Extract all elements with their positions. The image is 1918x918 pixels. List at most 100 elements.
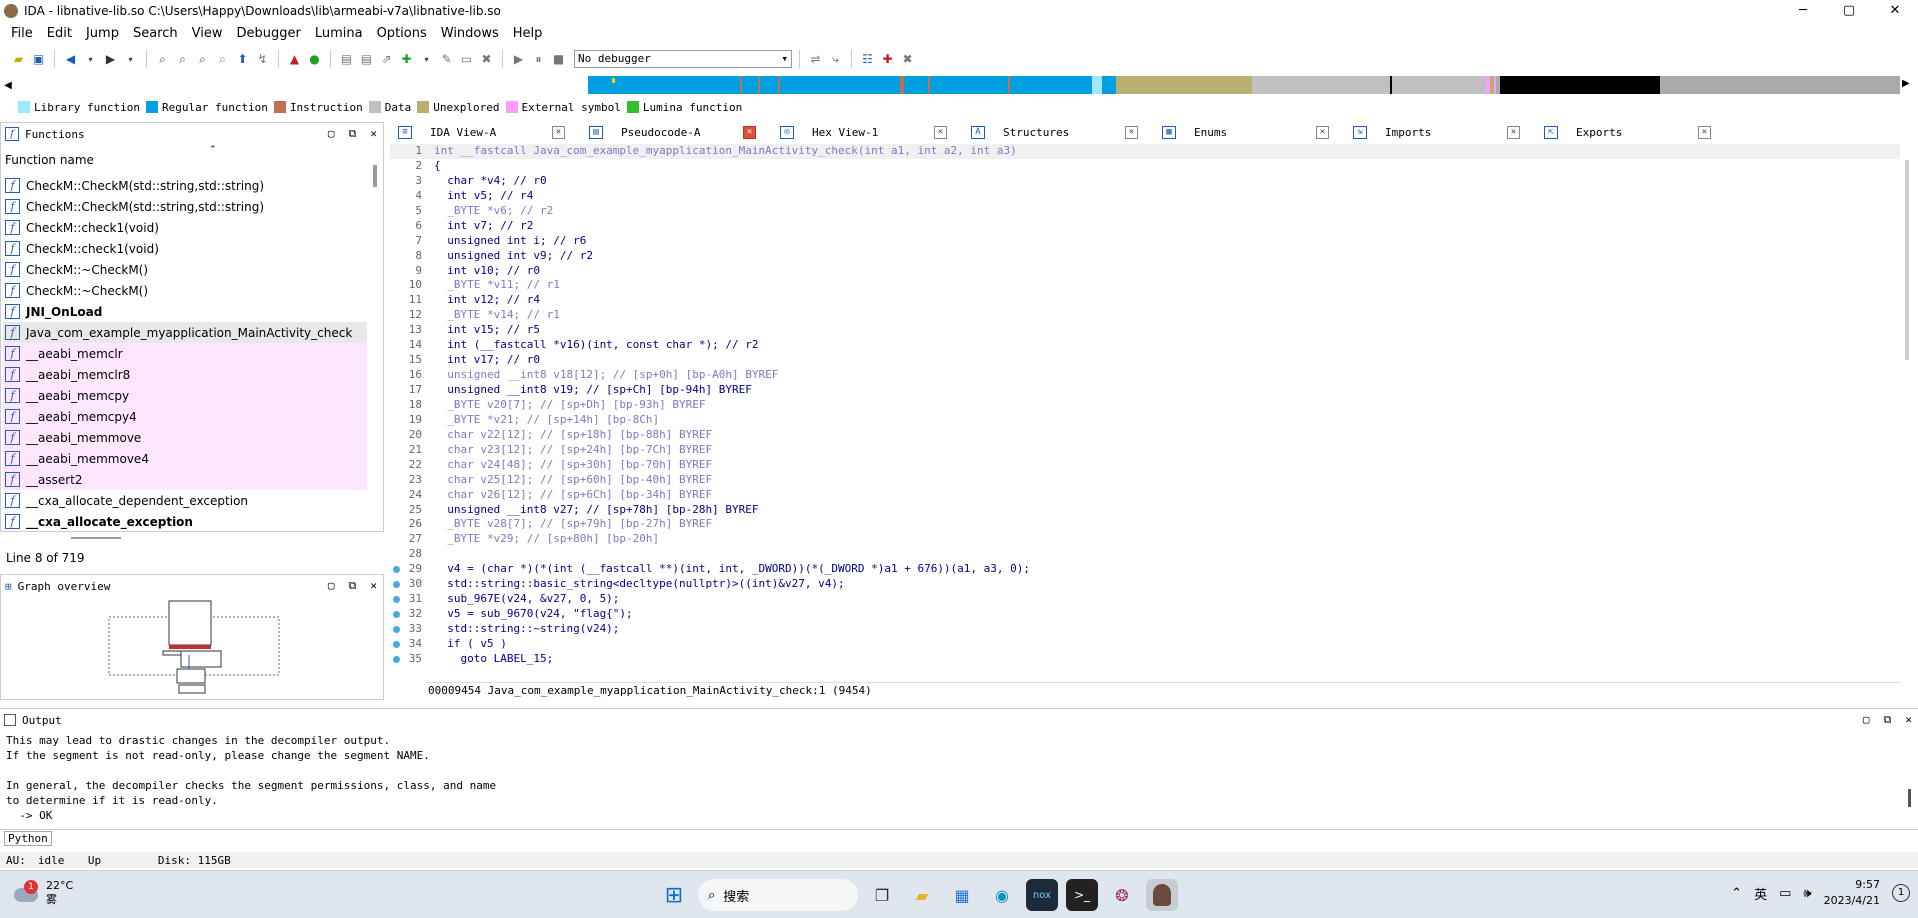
edge-browser-icon[interactable]: ◉ xyxy=(986,879,1018,911)
close-x-icon[interactable]: ✖ xyxy=(478,51,495,68)
open-folder-icon[interactable]: ▰ xyxy=(10,51,27,68)
menu-help[interactable]: Help xyxy=(506,26,550,41)
panel-maximize-icon[interactable]: ▢ xyxy=(1863,713,1870,727)
panel-float-icon[interactable]: ⧉ xyxy=(349,579,357,593)
chevron-down-icon[interactable]: ▾ xyxy=(122,51,139,68)
tab-close-icon[interactable]: ✕ xyxy=(1507,125,1520,139)
function-list-item[interactable]: f CheckM::check1(void) xyxy=(3,217,367,238)
ida-taskbar-icon[interactable]: ❂ xyxy=(1106,879,1138,911)
jump-icon[interactable]: ↯ xyxy=(254,51,271,68)
clock[interactable]: 9:57 2023/4/21 xyxy=(1824,877,1880,909)
tray-chevron-up-icon[interactable]: ⌃ xyxy=(1731,886,1742,901)
minimize-button[interactable]: ─ xyxy=(1780,0,1826,22)
function-list-item[interactable]: f CheckM::CheckM(std::string,std::string) xyxy=(3,175,367,196)
back-arrow-icon[interactable]: ◀ xyxy=(62,51,79,68)
function-list-item[interactable]: f __aeabi_memmove xyxy=(3,427,367,448)
tab-pseudocode-a[interactable]: ▤ Pseudocode-A ✕ xyxy=(581,122,772,142)
maximize-button[interactable]: ▢ xyxy=(1826,0,1872,22)
function-list-item[interactable]: f JNI_OnLoad xyxy=(3,301,367,322)
export-icon[interactable]: ⇗ xyxy=(378,51,395,68)
breakpoint-list-icon[interactable]: ☷ xyxy=(859,51,876,68)
panel-close-icon[interactable]: ✕ xyxy=(370,579,377,593)
function-list-item[interactable]: f CheckM::check1(void) xyxy=(3,238,367,259)
code-line[interactable]: 31 sub_967E(v24, &v27, 0, 5); xyxy=(390,592,1900,607)
function-list-item[interactable]: f __aeabi_memmove4 xyxy=(3,448,367,469)
binary-search-icon[interactable]: ⌕ xyxy=(154,51,171,68)
code-line[interactable]: 22 char v24[48]; // [sp+30h] [bp-70h] BY… xyxy=(390,458,1900,473)
green-circle-icon[interactable]: ● xyxy=(306,51,323,68)
nav-left-arrow-icon[interactable]: ◀ xyxy=(0,80,16,91)
code-line[interactable]: 10 _BYTE *v11; // r1 xyxy=(390,278,1900,293)
code-line[interactable]: 19 _BYTE *v21; // [sp+14h] [bp-8Ch] xyxy=(390,413,1900,428)
forward-arrow-icon[interactable]: ▶ xyxy=(102,51,119,68)
code-line[interactable]: 35 goto LABEL_15; xyxy=(390,652,1900,667)
tab-close-icon[interactable]: ✕ xyxy=(552,125,565,139)
function-list-item[interactable]: f __aeabi_memcpy4 xyxy=(3,406,367,427)
chevron-down-icon[interactable]: ▾ xyxy=(418,51,435,68)
tab-hex-view-1[interactable]: ◎ Hex View-1 ✕ xyxy=(772,122,963,142)
code-line[interactable]: 24 char v26[12]; // [sp+6Ch] [bp-34h] BY… xyxy=(390,488,1900,503)
segment-icon[interactable]: ▤ xyxy=(338,51,355,68)
function-list-item[interactable]: f __assert2 xyxy=(3,469,367,490)
breakpoint-dot-icon[interactable] xyxy=(393,626,400,633)
menu-file[interactable]: File xyxy=(4,26,40,41)
breakpoint-dot-icon[interactable] xyxy=(393,655,400,663)
panel-maximize-icon[interactable]: ▢ xyxy=(328,579,335,593)
function-name-column-header[interactable]: Function name xyxy=(5,153,94,167)
tab-structures[interactable]: A Structures ✕ xyxy=(963,122,1154,142)
breakpoint-dot-icon[interactable] xyxy=(393,640,400,648)
code-line[interactable]: 15 int v17; // r0 xyxy=(390,353,1900,368)
close-button[interactable]: ✕ xyxy=(1872,0,1918,22)
function-list-item[interactable]: f __cxa_allocate_dependent_exception xyxy=(3,490,367,511)
plugin-icon[interactable]: ✚ xyxy=(398,51,415,68)
code-line[interactable]: 32 v5 = sub_9670(v24, "flag{"); xyxy=(390,607,1900,622)
code-line[interactable]: 2{ xyxy=(390,159,1900,174)
code-line[interactable]: 30 std::string::basic_string<decltype(nu… xyxy=(390,577,1900,592)
menu-edit[interactable]: Edit xyxy=(40,26,79,41)
code-line[interactable]: 14 int (__fastcall *v16)(int, const char… xyxy=(390,338,1900,353)
up-arrow-icon[interactable]: ⬆ xyxy=(234,51,251,68)
code-line[interactable]: 1 int __fastcall Java_com_example_myappli… xyxy=(390,144,1900,159)
file-explorer-icon[interactable]: ▰ xyxy=(906,879,938,911)
code-line[interactable]: 27 _BYTE *v29; // [sp+80h] [bp-20h] xyxy=(390,532,1900,547)
code-line[interactable]: 4 int v5; // r4 xyxy=(390,189,1900,204)
function-list-item[interactable]: f __cxa_allocate_exception xyxy=(3,511,367,532)
code-line[interactable]: 11 int v12; // r4 xyxy=(390,293,1900,308)
weather-widget[interactable]: 1 22°C 雾 xyxy=(14,879,73,907)
function-list-scrollbar[interactable] xyxy=(373,165,377,187)
ime-indicator[interactable]: 英 xyxy=(1754,884,1767,903)
chevron-down-icon[interactable]: ▾ xyxy=(82,51,99,68)
delete-breakpoint-icon[interactable]: ✖ xyxy=(899,51,916,68)
function-list-hscrollbar[interactable] xyxy=(71,537,121,539)
panel-close-icon[interactable]: ✕ xyxy=(1905,713,1912,727)
play-icon[interactable]: ▶ xyxy=(510,51,527,68)
code-line[interactable]: 6 int v7; // r2 xyxy=(390,219,1900,234)
output-scrollbar[interactable] xyxy=(1908,789,1911,807)
add-breakpoint-icon[interactable]: ✚ xyxy=(879,51,896,68)
function-list-item[interactable]: f CheckM::~CheckM() xyxy=(3,259,367,280)
menu-search[interactable]: Search xyxy=(126,26,185,41)
graph-icon[interactable]: ▲ xyxy=(286,51,303,68)
nav-right-arrow-icon[interactable]: ▶ xyxy=(1902,78,1910,89)
code-line[interactable]: 3 char *v4; // r0 xyxy=(390,174,1900,189)
pseudocode-scrollbar[interactable] xyxy=(1905,160,1909,360)
function-list-item[interactable]: f __aeabi_memclr8 xyxy=(3,364,367,385)
stop-icon[interactable]: ■ xyxy=(550,51,567,68)
pause-icon[interactable]: ⏸ xyxy=(530,51,547,68)
code-line[interactable]: 7 unsigned int i; // r6 xyxy=(390,234,1900,249)
code-line[interactable]: 23 char v25[12]; // [sp+60h] [bp-40h] BY… xyxy=(390,473,1900,488)
tab-exports[interactable]: ⇱ Exports ✕ xyxy=(1536,122,1727,142)
terminal-icon[interactable]: >_ xyxy=(1066,879,1098,911)
code-line[interactable]: 34 if ( v5 ) xyxy=(390,637,1900,652)
save-icon[interactable]: ▣ xyxy=(30,51,47,68)
windows-start-icon[interactable]: ⊞ xyxy=(658,879,690,911)
code-line[interactable]: 8 unsigned int v9; // r2 xyxy=(390,249,1900,264)
tab-close-icon[interactable]: ✕ xyxy=(1125,125,1138,139)
breakpoint-dot-icon[interactable] xyxy=(393,611,400,619)
code-line[interactable]: 13 int v15; // r5 xyxy=(390,323,1900,338)
tab-enums[interactable]: ▦ Enums ✕ xyxy=(1154,122,1345,142)
panel-maximize-icon[interactable]: ▢ xyxy=(328,127,335,141)
menu-options[interactable]: Options xyxy=(370,26,434,41)
volume-icon[interactable]: 🕪 xyxy=(1803,886,1811,901)
attach-icon[interactable]: ⇌ xyxy=(807,51,824,68)
